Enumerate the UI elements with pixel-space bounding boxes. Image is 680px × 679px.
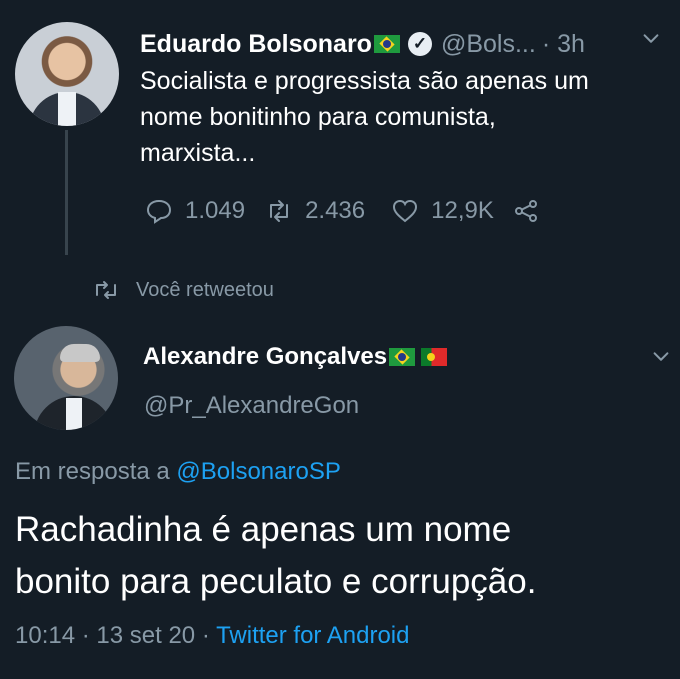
tweet-text-line: Rachadinha é apenas um nome bbox=[15, 510, 512, 549]
avatar[interactable] bbox=[15, 22, 119, 126]
retweet-count: 2.436 bbox=[305, 197, 366, 224]
retweet-note-label: Você retweetou bbox=[136, 278, 274, 301]
author-handle[interactable]: @Bols... bbox=[441, 30, 536, 59]
share-button[interactable] bbox=[512, 197, 552, 225]
tweet-text: Rachadinha é apenas um nome bonito para … bbox=[15, 504, 675, 608]
reply-context: Em resposta a @BolsonaroSP bbox=[15, 458, 341, 486]
tweet-date[interactable]: 13 set 20 bbox=[96, 622, 195, 649]
avatar-shirt bbox=[58, 92, 76, 126]
chevron-down-icon[interactable] bbox=[640, 28, 662, 50]
avatar[interactable] bbox=[14, 326, 118, 430]
reply-button[interactable]: 1.049 bbox=[145, 197, 245, 225]
author-handle[interactable]: @Pr_AlexandreGon bbox=[144, 392, 359, 420]
retweet-button[interactable]: 2.436 bbox=[265, 197, 365, 225]
reply-prefix: Em resposta a bbox=[15, 458, 170, 485]
tweet-text-line: nome bonitinho para comunista, bbox=[140, 103, 496, 131]
tweet-text-line: marxista... bbox=[140, 139, 256, 167]
reply-mention-link[interactable]: @BolsonaroSP bbox=[176, 458, 340, 485]
verified-icon: ✓ bbox=[407, 32, 432, 56]
retweet-note: Você retweetou bbox=[92, 276, 274, 304]
reply-icon bbox=[146, 199, 172, 224]
avatar-shirt bbox=[66, 398, 82, 430]
brazil-flag-icon bbox=[373, 35, 400, 53]
tweet-text-line: Socialista e progressista são apenas um bbox=[140, 67, 589, 95]
tweet-time[interactable]: 10:14 bbox=[15, 622, 75, 649]
portugal-flag-icon bbox=[421, 348, 448, 366]
client-link[interactable]: Twitter for Android bbox=[216, 622, 409, 649]
brazil-flag-icon bbox=[389, 348, 416, 366]
author-name[interactable]: Eduardo Bolsonaro bbox=[140, 30, 372, 59]
separator: · bbox=[81, 622, 90, 649]
like-count: 12,9K bbox=[431, 197, 494, 224]
separator: · bbox=[201, 622, 210, 649]
retweet-icon bbox=[270, 200, 289, 222]
reply-count: 1.049 bbox=[185, 197, 246, 224]
action-bar: 1.049 2.436 12,9K bbox=[145, 194, 552, 228]
share-icon bbox=[514, 200, 537, 222]
tweet-text-line: bonito para peculato e corrupção. bbox=[15, 562, 537, 601]
tweet1-header: Eduardo Bolsonaro ✓ @Bols... · 3h bbox=[140, 27, 585, 61]
chevron-down-icon[interactable] bbox=[650, 346, 672, 368]
avatar-hair bbox=[60, 344, 100, 362]
like-icon bbox=[393, 199, 418, 223]
tweet-metadata: 10:14 · 13 set 20 · Twitter for Android bbox=[15, 622, 409, 650]
like-button[interactable]: 12,9K bbox=[391, 197, 494, 225]
tweet-time[interactable]: · 3h bbox=[542, 30, 585, 59]
author-name[interactable]: Alexandre Gonçalves bbox=[143, 343, 387, 371]
thread-line bbox=[65, 130, 68, 255]
tweet-text: Socialista e progressista são apenas um … bbox=[140, 63, 670, 171]
retweet-small-icon bbox=[96, 281, 116, 299]
tweet2-header: Alexandre Gonçalves bbox=[143, 341, 448, 373]
